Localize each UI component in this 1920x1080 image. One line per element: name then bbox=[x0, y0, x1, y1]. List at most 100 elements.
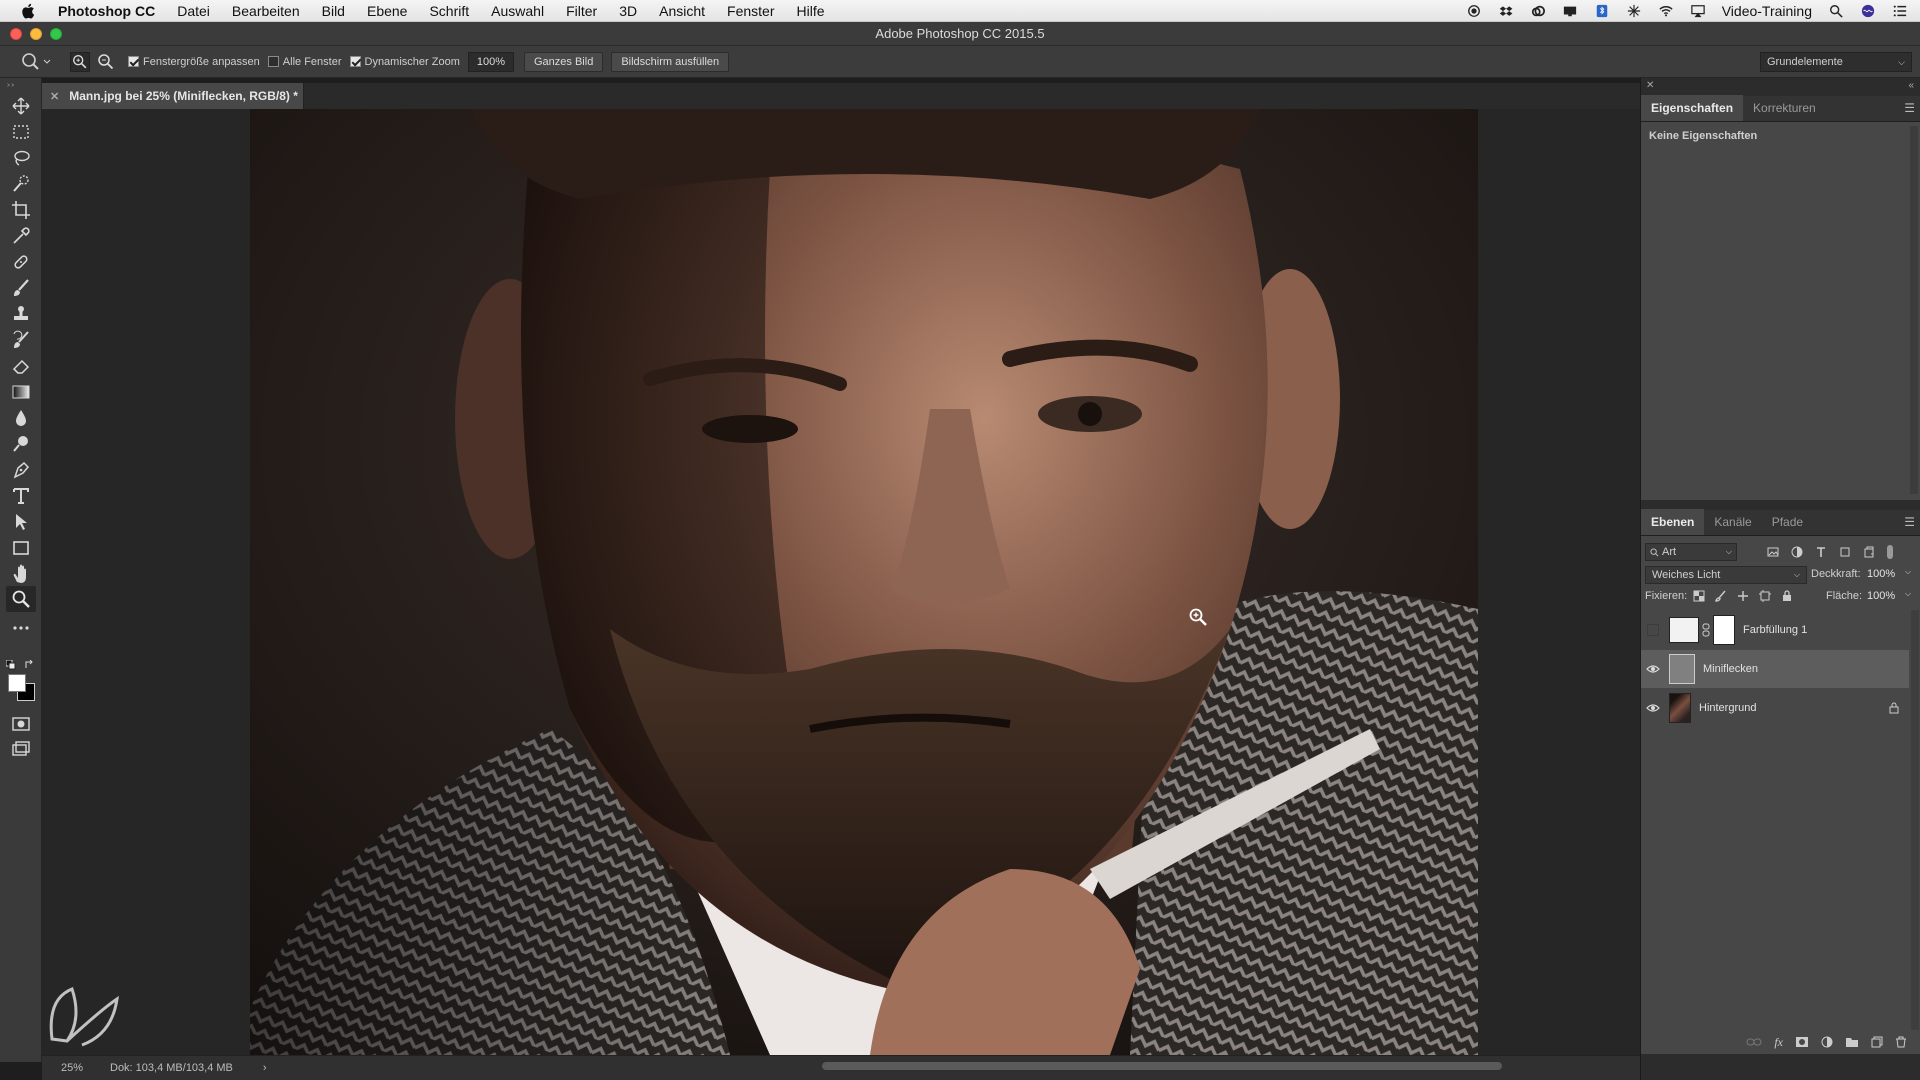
creative-cloud-icon[interactable] bbox=[1530, 4, 1546, 18]
display-icon[interactable] bbox=[1562, 4, 1578, 18]
properties-scrollbar[interactable] bbox=[1910, 126, 1918, 494]
tab-paths[interactable]: Pfade bbox=[1762, 509, 1813, 535]
menu-schrift[interactable]: Schrift bbox=[429, 3, 469, 19]
fit-screen-button[interactable]: Ganzes Bild bbox=[524, 51, 604, 72]
swap-colors-icon[interactable] bbox=[24, 660, 34, 670]
panel-collapse-icon[interactable] bbox=[6, 82, 20, 88]
marquee-tool-icon[interactable] bbox=[11, 122, 31, 142]
move-tool-icon[interactable] bbox=[11, 96, 31, 116]
tab-channels[interactable]: Kanäle bbox=[1704, 509, 1761, 535]
layer-visibility-toggle[interactable] bbox=[1641, 611, 1665, 649]
layer-row-hintergrund[interactable]: Hintergrund bbox=[1641, 689, 1909, 727]
clone-stamp-tool-icon[interactable] bbox=[11, 304, 31, 324]
filter-pixel-icon[interactable] bbox=[1767, 546, 1779, 558]
type-tool-icon[interactable] bbox=[11, 486, 31, 506]
filter-type-icon[interactable] bbox=[1815, 546, 1827, 558]
gradient-tool-icon[interactable] bbox=[11, 382, 31, 402]
menu-filter[interactable]: Filter bbox=[566, 3, 597, 19]
layer-styles-fx-icon[interactable]: fx bbox=[1774, 1035, 1783, 1050]
menu-3d[interactable]: 3D bbox=[619, 3, 637, 19]
fill-screen-button[interactable]: Bildschirm ausfüllen bbox=[611, 51, 730, 72]
canvas-area[interactable] bbox=[42, 109, 1640, 1055]
notification-center-icon[interactable] bbox=[1892, 4, 1908, 18]
fill-dropdown-icon[interactable]: ⌵ bbox=[1905, 589, 1911, 599]
menu-auswahl[interactable]: Auswahl bbox=[491, 3, 544, 19]
menu-fenster[interactable]: Fenster bbox=[727, 3, 774, 19]
zoom-tool-icon[interactable] bbox=[11, 589, 31, 609]
close-panel-icon[interactable]: ✕ bbox=[1646, 80, 1654, 91]
bluetooth-icon[interactable] bbox=[1594, 4, 1610, 18]
lock-artboard-icon[interactable] bbox=[1759, 590, 1771, 602]
layer-row-farbfuellung[interactable]: Farbfüllung 1 bbox=[1641, 611, 1909, 649]
layers-scrollbar[interactable] bbox=[1911, 610, 1919, 1030]
filter-adjustment-icon[interactable] bbox=[1791, 546, 1803, 558]
zoom-window-button[interactable] bbox=[50, 28, 62, 40]
layer-thumbnail-fill[interactable] bbox=[1669, 617, 1699, 643]
rectangle-tool-icon[interactable] bbox=[11, 538, 31, 558]
layer-thumbnail-gray[interactable] bbox=[1669, 654, 1695, 684]
screen-mode-icon[interactable] bbox=[11, 740, 31, 760]
history-brush-tool-icon[interactable] bbox=[11, 330, 31, 350]
zoom-out-icon[interactable] bbox=[96, 52, 116, 72]
layer-row-miniflecken[interactable]: Miniflecken bbox=[1641, 650, 1909, 688]
quick-selection-tool-icon[interactable] bbox=[11, 174, 31, 194]
zoom-in-icon[interactable] bbox=[70, 51, 90, 72]
lock-position-icon[interactable] bbox=[1737, 590, 1749, 602]
pen-tool-icon[interactable] bbox=[11, 460, 31, 480]
record-icon[interactable] bbox=[1466, 4, 1482, 18]
new-group-icon[interactable] bbox=[1845, 1036, 1859, 1048]
crop-tool-icon[interactable] bbox=[11, 200, 31, 220]
layer-mask-thumbnail[interactable] bbox=[1713, 615, 1735, 645]
layer-visibility-toggle[interactable] bbox=[1641, 689, 1665, 727]
apple-icon[interactable] bbox=[20, 2, 38, 20]
close-document-icon[interactable]: ✕ bbox=[50, 90, 59, 103]
opacity-dropdown-icon[interactable]: ⌵ bbox=[1905, 567, 1911, 577]
eyedropper-tool-icon[interactable] bbox=[11, 226, 31, 246]
workspace-selector[interactable]: Grundelemente ⌵ bbox=[1760, 52, 1912, 72]
opacity-value[interactable]: 100% bbox=[1867, 568, 1895, 580]
filter-toggle-switch[interactable] bbox=[1887, 545, 1893, 559]
tab-adjustments[interactable]: Korrekturen bbox=[1743, 95, 1826, 121]
new-layer-icon[interactable] bbox=[1871, 1036, 1883, 1048]
menu-hilfe[interactable]: Hilfe bbox=[797, 3, 825, 19]
lock-transparent-pixels-icon[interactable] bbox=[1693, 590, 1705, 602]
lasso-tool-icon[interactable] bbox=[11, 148, 31, 168]
status-menu-arrow-icon[interactable]: › bbox=[263, 1062, 267, 1074]
quick-mask-icon[interactable] bbox=[11, 714, 31, 734]
siri-icon[interactable] bbox=[1860, 4, 1876, 18]
portrait-photo[interactable] bbox=[250, 109, 1478, 1055]
menu-ansicht[interactable]: Ansicht bbox=[659, 3, 705, 19]
chain-link-icon[interactable] bbox=[1702, 623, 1710, 637]
spotlight-search-icon[interactable] bbox=[1828, 4, 1844, 18]
resize-windows-checkbox-box[interactable] bbox=[128, 56, 139, 67]
add-mask-icon[interactable] bbox=[1795, 1036, 1809, 1048]
network-icon[interactable] bbox=[1626, 4, 1642, 18]
resize-windows-checkbox[interactable]: Fenstergröße anpassen bbox=[128, 56, 260, 68]
hand-tool-icon[interactable] bbox=[11, 564, 31, 584]
menu-app-name[interactable]: Photoshop CC bbox=[58, 3, 155, 19]
zoom-tool-preset-icon[interactable] bbox=[20, 52, 52, 72]
layer-name[interactable]: Hintergrund bbox=[1699, 702, 1756, 714]
eraser-tool-icon[interactable] bbox=[11, 356, 31, 376]
blend-mode-select[interactable]: Weiches Licht ⌵ bbox=[1645, 566, 1807, 584]
layer-name[interactable]: Farbfüllung 1 bbox=[1743, 624, 1807, 636]
layer-thumbnail-photo[interactable] bbox=[1669, 693, 1691, 723]
default-colors-icon[interactable] bbox=[6, 660, 16, 670]
horizontal-scrollbar[interactable] bbox=[822, 1062, 1502, 1070]
blur-tool-icon[interactable] bbox=[11, 408, 31, 428]
healing-brush-tool-icon[interactable] bbox=[11, 252, 31, 272]
menu-ebene[interactable]: Ebene bbox=[367, 3, 407, 19]
minimize-window-button[interactable] bbox=[30, 28, 42, 40]
collapse-panels-icon[interactable]: « bbox=[1908, 80, 1914, 91]
layer-filter-kind-select[interactable]: Art ⌵ bbox=[1645, 543, 1737, 561]
new-adjustment-layer-icon[interactable] bbox=[1821, 1036, 1833, 1048]
foreground-color-swatch[interactable] bbox=[8, 674, 26, 692]
lock-image-pixels-icon[interactable] bbox=[1715, 590, 1727, 602]
dropbox-icon[interactable] bbox=[1498, 4, 1514, 18]
filter-shape-icon[interactable] bbox=[1839, 546, 1851, 558]
menu-datei[interactable]: Datei bbox=[177, 3, 210, 19]
status-zoom[interactable]: 25% bbox=[42, 1062, 102, 1074]
fill-value[interactable]: 100% bbox=[1867, 590, 1895, 602]
all-windows-checkbox[interactable]: Alle Fenster bbox=[267, 56, 342, 68]
brush-tool-icon[interactable] bbox=[11, 278, 31, 298]
